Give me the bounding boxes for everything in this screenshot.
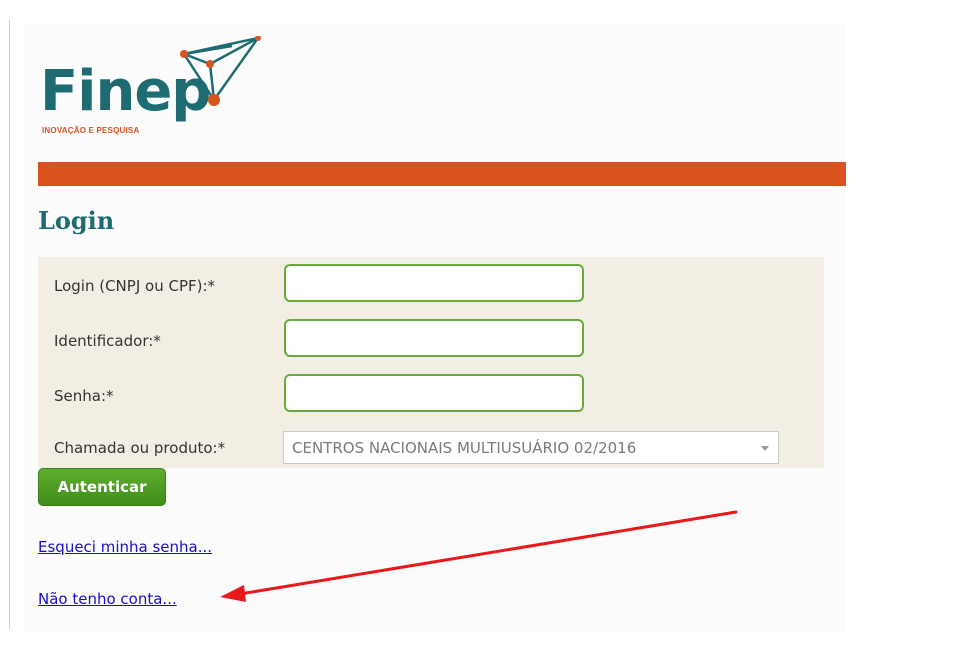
red-arrow-icon [220,510,738,602]
